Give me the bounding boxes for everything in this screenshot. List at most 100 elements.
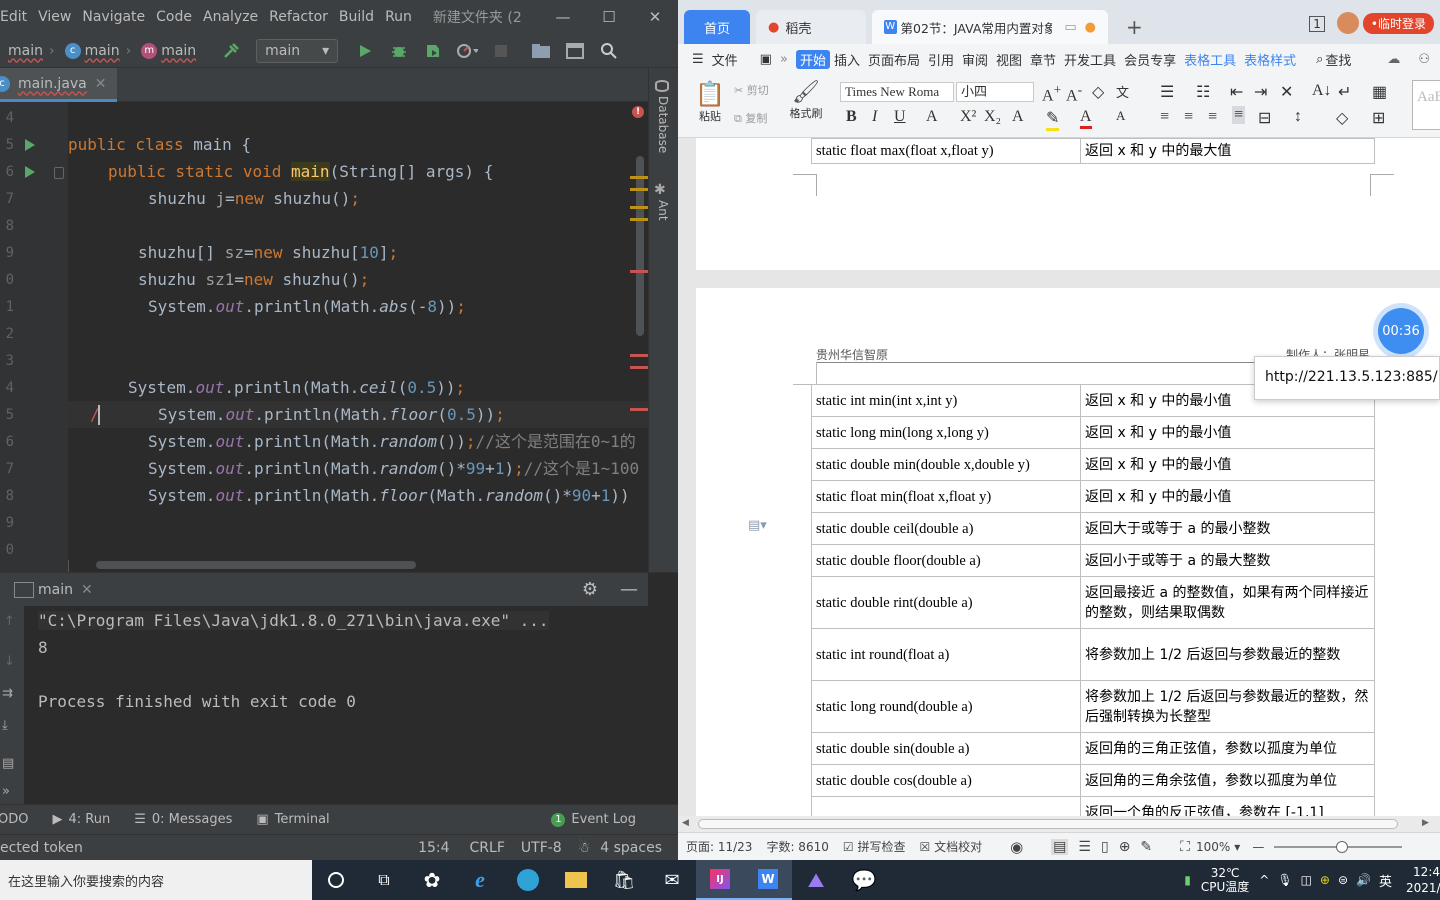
scroll-right-icon[interactable]: ▶ — [1422, 818, 1429, 828]
photos-icon[interactable]: ⛰ — [792, 860, 840, 900]
print-icon[interactable]: ▤ — [2, 756, 14, 771]
wps-horizontal-scrollbar[interactable]: ◀ ▶ — [678, 816, 1440, 832]
window-icon[interactable]: ▭ — [1064, 20, 1076, 35]
line-separator[interactable]: CRLF — [470, 840, 505, 856]
fit-page-icon[interactable]: ⛶ — [1180, 839, 1190, 855]
wifi-icon[interactable]: ⊜ — [1338, 873, 1348, 887]
task-view-icon[interactable]: ⧉ — [360, 860, 408, 900]
breadcrumb-method[interactable]: m main — [141, 42, 196, 59]
ribbon-tab-reference[interactable]: 引用 — [924, 50, 958, 69]
table-cell[interactable]: 返回大于或等于 a 的最小整数 — [1080, 512, 1375, 545]
font-color-icon[interactable]: A — [1080, 108, 1092, 129]
table-grid-icon[interactable]: ▦ — [1372, 82, 1387, 102]
align-right-icon[interactable]: ≡ — [1208, 108, 1217, 126]
borders-icon[interactable]: ⊞ — [1372, 108, 1385, 128]
spell-check-button[interactable]: ☑ 拼写检查 — [843, 838, 906, 855]
shading-icon[interactable]: ◇ — [1336, 108, 1348, 128]
close-icon[interactable]: ✕ — [81, 582, 93, 598]
run-config-select[interactable]: main ▾ — [256, 38, 339, 63]
eye-icon[interactable]: ◉ — [1010, 838, 1023, 856]
project-structure-icon[interactable] — [530, 40, 552, 62]
warning-marker[interactable] — [630, 188, 648, 191]
menu-icon[interactable]: ☰ — [692, 52, 704, 67]
ribbon-tab-insert[interactable]: 插入 — [830, 50, 864, 69]
hammer-build-icon[interactable] — [220, 40, 242, 62]
line-spacing-icon[interactable]: ↕ — [1294, 108, 1302, 126]
font-effect-icon[interactable]: A — [926, 108, 938, 126]
volume-icon[interactable]: 🔊 — [1356, 873, 1371, 887]
table-cell[interactable]: 返回一个角的反正弦值，参数在 [-1,1] — [1080, 796, 1375, 816]
avatar[interactable] — [1336, 12, 1359, 34]
minimize-panel-icon[interactable]: — — [620, 579, 638, 600]
terminal-tab[interactable]: ▣ Terminal — [256, 812, 329, 827]
down-arrow-icon[interactable]: ↓ — [4, 654, 15, 669]
subscript-button[interactable]: X₂ — [984, 108, 1001, 126]
run-tab-label[interactable]: main — [38, 582, 73, 598]
table-cell[interactable]: static double rint(double a) — [811, 576, 1081, 629]
char-border-icon[interactable]: A — [1116, 108, 1125, 124]
file-encoding[interactable]: UTF-8 — [521, 840, 562, 856]
zoom-dropdown-icon[interactable]: ▾ — [1234, 840, 1240, 854]
indent-icon[interactable]: ⇥ — [1254, 82, 1267, 102]
run-class-gutter-icon[interactable] — [25, 139, 35, 151]
pinyin-icon[interactable]: 文 — [1116, 82, 1129, 101]
ribbon-tab-file[interactable]: 文件 — [708, 50, 742, 69]
cpu-temp-widget[interactable]: 32℃ CPU温度 — [1201, 866, 1249, 894]
table-cell[interactable]: static int min(int x,int y) — [811, 384, 1081, 417]
underline-button[interactable]: U — [894, 108, 906, 126]
italic-button[interactable]: I — [872, 108, 877, 126]
editor-horizontal-scrollbar[interactable] — [96, 561, 416, 569]
breadcrumb-project[interactable]: main › — [8, 43, 61, 59]
table-cell[interactable]: static long round(double a) — [811, 680, 1081, 733]
zoom-out-icon[interactable]: — — [1252, 840, 1264, 854]
table-cell[interactable]: static double ceil(double a) — [811, 512, 1081, 545]
styles-gallery[interactable]: AaB — [1412, 80, 1440, 130]
minimize-button[interactable]: — — [540, 8, 586, 26]
stop-icon[interactable] — [490, 40, 512, 62]
caret-position[interactable]: 15:4 — [418, 840, 449, 856]
taskbar-search-box[interactable]: 在这里输入你要搜索的内容 — [0, 860, 312, 900]
error-marker[interactable] — [630, 408, 648, 411]
table-cell[interactable]: 返回 x 和 y 中的最小值 — [1080, 480, 1375, 513]
menu-navigate[interactable]: Navigate — [78, 9, 152, 25]
run-tab[interactable]: ▶ 4: Run — [52, 812, 110, 827]
menu-edit[interactable]: Edit — [0, 9, 34, 25]
grow-font-icon[interactable]: A+ — [1042, 82, 1061, 105]
menu-refactor[interactable]: Refactor — [265, 9, 335, 25]
indent-setting[interactable]: 4 spaces — [600, 840, 662, 856]
edge-browser-icon[interactable] — [504, 860, 552, 900]
mail-icon[interactable]: ✉ — [648, 860, 696, 900]
maximize-button[interactable]: ☐ — [586, 8, 632, 26]
up-arrow-icon[interactable]: ↑ — [4, 614, 15, 629]
file-explorer-icon[interactable] — [552, 860, 600, 900]
superscript-button[interactable]: X² — [960, 108, 976, 126]
error-marker[interactable] — [630, 366, 648, 369]
cut-button[interactable]: ✂ 剪切 — [734, 82, 769, 98]
highlight-icon[interactable]: ✎ — [1046, 108, 1060, 131]
zoom-thumb[interactable] — [1336, 840, 1349, 853]
table-cell[interactable]: 将参数加上 1/2 后返回与参数最近的整数，然后强制转换为长整型 — [1080, 680, 1375, 733]
fold-icon[interactable] — [54, 167, 64, 179]
store-icon[interactable]: 🛍 — [600, 860, 648, 900]
login-button[interactable]: •临时登录 — [1362, 13, 1434, 34]
cloud-icon[interactable]: ☁ — [1387, 52, 1400, 67]
scroll-thumb[interactable] — [698, 819, 1398, 829]
tab-home[interactable]: 首页 — [684, 10, 750, 44]
font-size-select[interactable]: 小四 — [956, 82, 1034, 102]
close-icon[interactable]: ✕ — [95, 76, 107, 92]
ribbon-tab-layout[interactable]: 页面布局 — [864, 50, 924, 69]
save-icon[interactable]: ▣ — [760, 52, 772, 67]
recording-timer[interactable]: 00:36 — [1378, 308, 1424, 354]
outline-view-icon[interactable]: ☰ — [1078, 839, 1091, 855]
table-cell[interactable]: static double min(double x,double y) — [811, 448, 1081, 481]
window-count-icon[interactable]: 1 — [1309, 16, 1325, 32]
file-tab-main-java[interactable]: c main.java ✕ — [0, 68, 117, 102]
run-icon[interactable] — [354, 40, 376, 62]
table-cell[interactable]: 返回小于或等于 a 的最大整数 — [1080, 544, 1375, 577]
ribbon-tab-start[interactable]: 开始 — [795, 49, 830, 69]
ribbon-tab-table-style[interactable]: 表格样式 — [1240, 50, 1300, 69]
window-icon[interactable] — [564, 40, 586, 62]
document-area[interactable]: static float max(float x,float y) 返回 x 和… — [678, 138, 1440, 816]
table-cell[interactable]: 返回最接近 a 的整数值，如果有两个同样接近的整数，则结果取偶数 — [1080, 576, 1375, 629]
event-log-tab[interactable]: 1 Event Log — [551, 812, 636, 827]
